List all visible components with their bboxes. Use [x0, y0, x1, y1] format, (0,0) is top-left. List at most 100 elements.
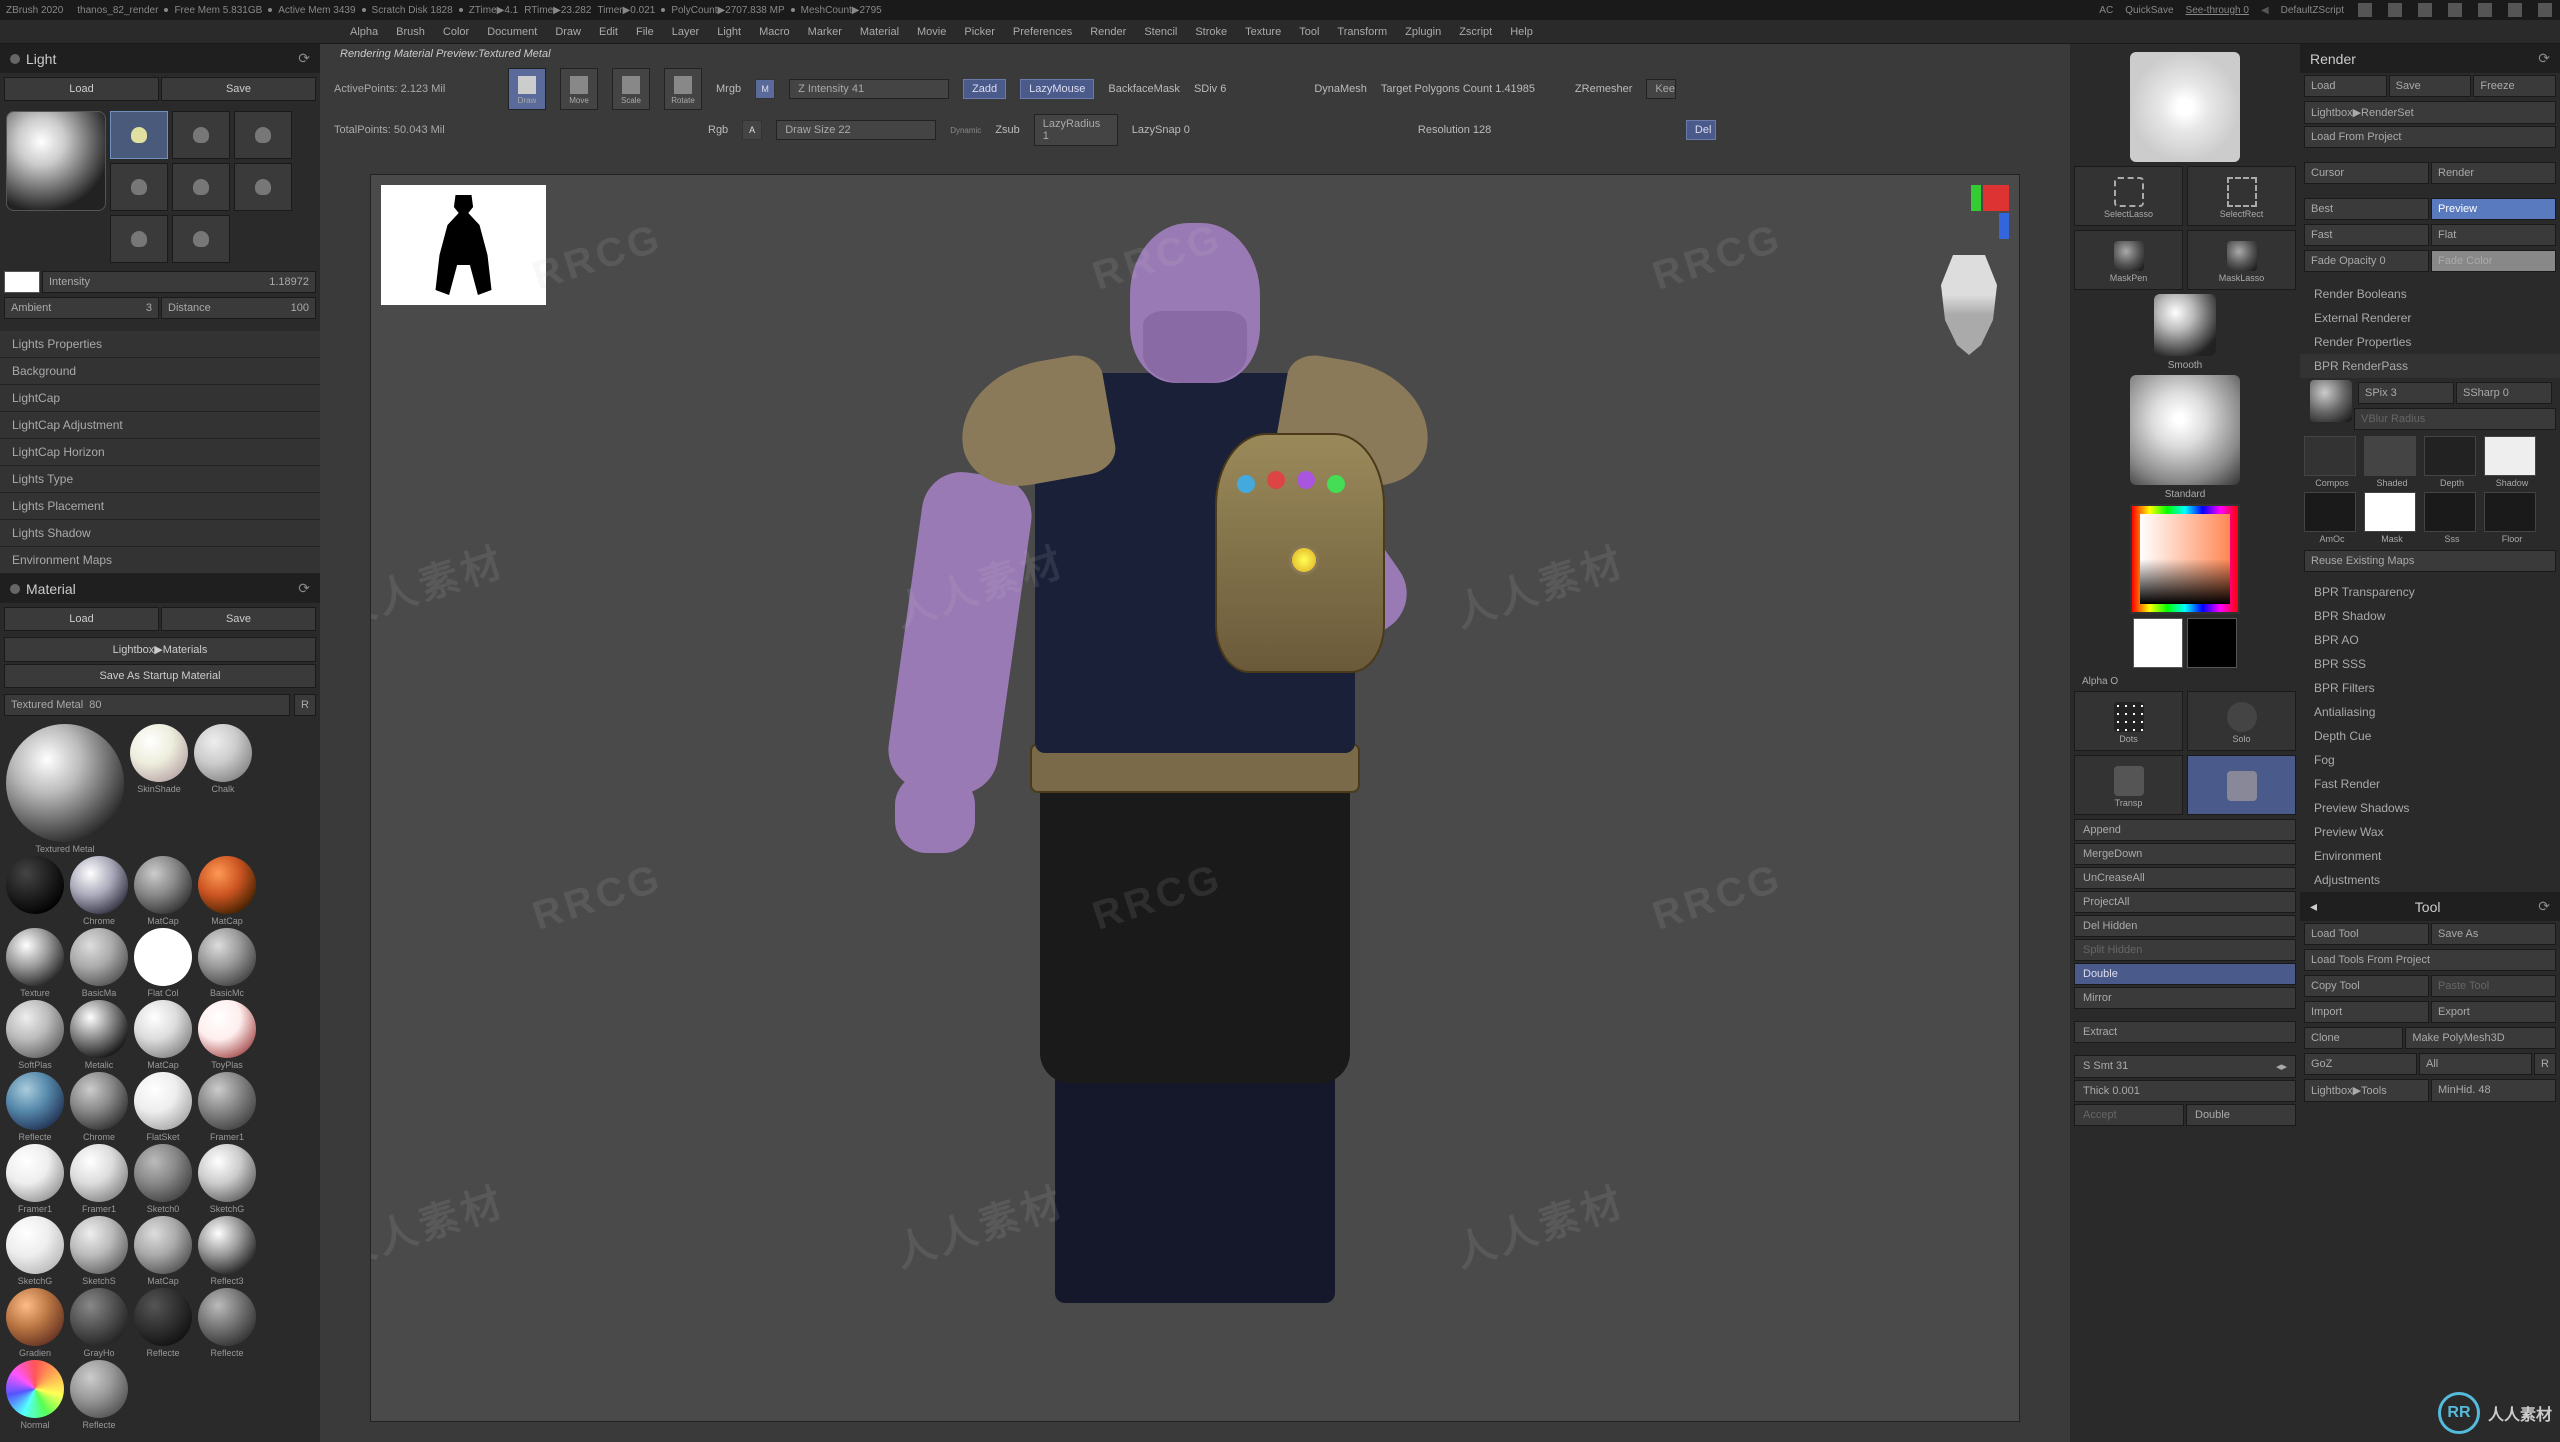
double2-button[interactable]: Double — [2186, 1104, 2296, 1126]
thumbnail-silhouette[interactable] — [381, 185, 546, 305]
pass-mask[interactable]: Mask — [2364, 492, 2420, 544]
menu-draw[interactable]: Draw — [555, 26, 581, 38]
menu-color[interactable]: Color — [443, 26, 469, 38]
draw-tool[interactable]: Draw — [508, 68, 546, 110]
pass-shadow[interactable]: Shadow — [2484, 436, 2540, 488]
render-header[interactable]: Render ⟳ — [2300, 44, 2560, 73]
axis-gizmo[interactable] — [1949, 185, 2009, 245]
light-slot[interactable] — [172, 111, 230, 159]
light-slot[interactable] — [234, 111, 292, 159]
ambient-slider[interactable]: Ambient3 — [4, 297, 159, 319]
lightbox-materials-button[interactable]: Lightbox▶Materials — [4, 637, 316, 662]
ssmt-slider[interactable]: S Smt 31◂▸ — [2074, 1055, 2296, 1078]
zintensity-slider[interactable]: Z Intensity 41 — [789, 79, 949, 99]
bpr-filters[interactable]: BPR Filters — [2300, 676, 2560, 700]
drawsize-slider[interactable]: Draw Size 22 — [776, 120, 936, 140]
best-button[interactable]: Best — [2304, 198, 2429, 220]
mat-save-button[interactable]: Save — [161, 607, 316, 631]
goz-r-button[interactable]: R — [2534, 1053, 2556, 1075]
menu-texture[interactable]: Texture — [1245, 26, 1281, 38]
menu-zplugin[interactable]: Zplugin — [1405, 26, 1441, 38]
clone-button[interactable]: Clone — [2304, 1027, 2403, 1049]
double-button[interactable]: Double — [2074, 963, 2296, 985]
material-item[interactable]: MatCap — [132, 1216, 194, 1286]
flat-button[interactable]: Flat — [2431, 224, 2556, 246]
menu-file[interactable]: File — [636, 26, 654, 38]
spix-slider[interactable]: SPix 3 — [2358, 382, 2454, 404]
material-item[interactable]: ToyPlas — [196, 1000, 258, 1070]
save-startup-material-button[interactable]: Save As Startup Material — [4, 664, 316, 688]
lights-type[interactable]: Lights Type — [0, 466, 320, 493]
material-item[interactable]: Reflect3 — [196, 1216, 258, 1286]
scale-tool[interactable]: Scale — [612, 68, 650, 110]
render-button[interactable]: Render — [2431, 162, 2556, 184]
bpr-renderpass[interactable]: BPR RenderPass — [2300, 354, 2560, 378]
material-item[interactable]: SketchG — [196, 1144, 258, 1214]
rgb-label[interactable]: Rgb — [708, 124, 728, 136]
splithidden-button[interactable]: Split Hidden — [2074, 939, 2296, 961]
material-item[interactable]: SketchG — [4, 1216, 66, 1286]
material-item[interactable]: BasicMa — [68, 928, 130, 998]
select-lasso-button[interactable]: SelectLasso — [2074, 166, 2183, 226]
adjustments[interactable]: Adjustments — [2300, 868, 2560, 892]
menu-icon[interactable] — [2388, 3, 2402, 17]
sdiv-label[interactable]: SDiv 6 — [1194, 83, 1226, 95]
all-button[interactable]: All — [2419, 1053, 2532, 1075]
primary-swatch[interactable] — [2133, 618, 2183, 668]
menu-document[interactable]: Document — [487, 26, 537, 38]
pass-compos[interactable]: Compos — [2304, 436, 2360, 488]
freeze-button[interactable]: Freeze — [2473, 75, 2556, 97]
reuse-maps-button[interactable]: Reuse Existing Maps — [2304, 550, 2556, 572]
material-item[interactable]: Normal — [4, 1360, 66, 1430]
pass-floor[interactable]: Floor — [2484, 492, 2540, 544]
default-zscript[interactable]: DefaultZScript — [2281, 5, 2344, 16]
material-item[interactable]: Sketch0 — [132, 1144, 194, 1214]
bpr-transparency[interactable]: BPR Transparency — [2300, 580, 2560, 604]
quicksave[interactable]: QuickSave — [2125, 5, 2173, 16]
menu-zscript[interactable]: Zscript — [1459, 26, 1492, 38]
reload-icon[interactable]: ⟳ — [2538, 50, 2550, 67]
material-item[interactable]: Reflecte — [68, 1360, 130, 1430]
mask-lasso-button[interactable]: MaskLasso — [2187, 230, 2296, 290]
del-button[interactable]: Del — [1686, 120, 1716, 140]
lazysnap-label[interactable]: LazySnap 0 — [1132, 124, 1190, 136]
render-booleans[interactable]: Render Booleans — [2300, 282, 2560, 306]
tool-header[interactable]: ◂ Tool ⟳ — [2300, 892, 2560, 921]
zadd-button[interactable]: Zadd — [963, 79, 1006, 99]
lights-properties[interactable]: Lights Properties — [0, 331, 320, 358]
material-header[interactable]: Material ⟳ — [0, 574, 320, 603]
material-name-field[interactable]: Textured Metal 80 — [4, 694, 290, 716]
light-preview-sphere[interactable] — [6, 111, 106, 211]
ac[interactable]: AC — [2099, 5, 2113, 16]
material-item[interactable]: Reflecte — [4, 1072, 66, 1142]
menu-icon[interactable] — [2358, 3, 2372, 17]
fast-render[interactable]: Fast Render — [2300, 772, 2560, 796]
distance-slider[interactable]: Distance100 — [161, 297, 316, 319]
material-item[interactable]: SoftPlas — [4, 1000, 66, 1070]
kee-button[interactable]: Kee — [1646, 79, 1676, 99]
light-color-swatch[interactable] — [4, 271, 40, 293]
minimize-icon[interactable] — [2478, 3, 2492, 17]
dots-stroke[interactable]: Dots — [2074, 691, 2183, 751]
mergedown-button[interactable]: MergeDown — [2074, 843, 2296, 865]
menu-icon[interactable] — [2448, 3, 2462, 17]
material-item[interactable]: Gradien — [4, 1288, 66, 1358]
material-item[interactable]: MatCap — [132, 1000, 194, 1070]
material-item[interactable]: SketchS — [68, 1216, 130, 1286]
material-item[interactable]: FlatSket — [132, 1072, 194, 1142]
paste-tool-button[interactable]: Paste Tool — [2431, 975, 2556, 997]
menu-macro[interactable]: Macro — [759, 26, 790, 38]
cursor-button[interactable]: Cursor — [2304, 162, 2429, 184]
dynamic-solo[interactable]: Solo — [2187, 691, 2296, 751]
render-save-button[interactable]: Save — [2389, 75, 2472, 97]
intensity-slider[interactable]: Intensity1.18972 — [42, 271, 316, 293]
backfacemask-label[interactable]: BackfaceMask — [1108, 83, 1180, 95]
extract-button[interactable]: Extract — [2074, 1021, 2296, 1043]
preview-wax[interactable]: Preview Wax — [2300, 820, 2560, 844]
material-item[interactable]: Reflecte — [132, 1288, 194, 1358]
uncreaseall-button[interactable]: UnCreaseAll — [2074, 867, 2296, 889]
material-item[interactable]: MatCap — [196, 856, 258, 926]
load-tool-button[interactable]: Load Tool — [2304, 923, 2429, 945]
menu-material[interactable]: Material — [860, 26, 899, 38]
pass-sss[interactable]: Sss — [2424, 492, 2480, 544]
